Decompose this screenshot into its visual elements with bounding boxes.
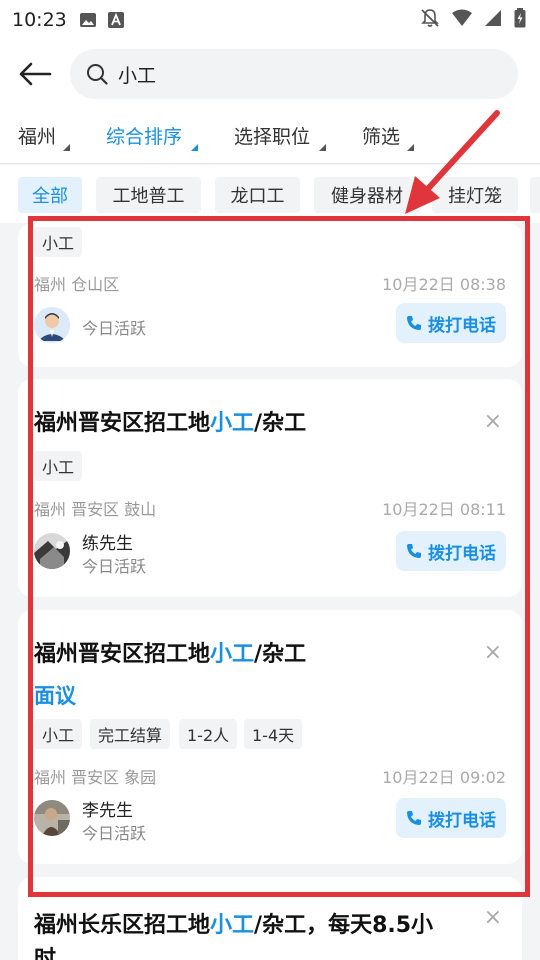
activity-status: 今日活跃 (82, 319, 147, 338)
job-title-keyword: 小工 (210, 913, 255, 938)
filter-position[interactable]: 选择职位 (234, 122, 310, 149)
job-tag: 完工结算 (90, 719, 171, 749)
search-header: 小工 (0, 40, 540, 108)
avatar (34, 533, 70, 569)
status-icons (420, 8, 526, 32)
filter-position-label: 选择职位 (234, 126, 311, 148)
search-icon (87, 64, 108, 85)
job-tag: 小工 (34, 719, 83, 749)
search-input[interactable]: 小工 (70, 49, 518, 99)
filter-sort-label: 综合排序 (106, 126, 183, 148)
filter-city-label: 福州 (18, 126, 57, 148)
chip-longkou-worker[interactable]: 龙口工 (215, 177, 300, 213)
job-card[interactable]: 福州晋安区招工地小工/杂工 × 小工 福州 晋安区 鼓山 10月22日 08:1… (18, 379, 522, 597)
job-time: 10月22日 09:02 (382, 768, 506, 787)
job-title-prefix: 福州晋安区招工地 (34, 642, 211, 667)
phone-icon (407, 544, 421, 558)
avatar (34, 307, 70, 343)
job-tag: 小工 (34, 451, 83, 481)
job-time: 10月22日 08:11 (382, 500, 506, 519)
chip-fitness-equipment[interactable]: 健身器材 (314, 177, 420, 213)
call-button-label: 拨打电话 (428, 543, 496, 564)
call-button[interactable]: 拨打电话 (396, 798, 506, 838)
job-card[interactable]: 福州晋安区招工地小工/杂工 × 面议 小工 完工结算 1-2人 1-4天 福州 … (18, 610, 522, 864)
job-wage: 面议 (34, 684, 76, 708)
job-title-keyword: 小工 (210, 642, 255, 667)
search-query: 小工 (118, 64, 157, 87)
back-button[interactable] (0, 40, 70, 108)
call-button[interactable]: 拨打电话 (396, 303, 506, 343)
job-location: 福州 仓山区 (34, 275, 120, 294)
filter-position-caret-icon (319, 144, 326, 151)
job-title[interactable]: 福州晋安区招工地小工/杂工 (34, 636, 306, 668)
back-arrow-icon (19, 62, 52, 86)
status-time: 10:23 (12, 9, 67, 31)
job-tag: 1-2人 (179, 719, 238, 749)
category-chips: 全部 工地普工 龙口工 健身器材 挂灯笼 (0, 165, 540, 223)
filter-city-caret-icon (63, 144, 70, 151)
job-tag: 1-4天 (244, 719, 303, 749)
job-tag: 小工 (34, 227, 83, 257)
call-button-label: 拨打电话 (428, 315, 496, 336)
job-title-line2: 时 (34, 947, 57, 960)
job-time: 10月22日 08:38 (382, 275, 506, 294)
call-button-label: 拨打电话 (428, 810, 496, 831)
avatar (34, 800, 70, 836)
chip-all[interactable]: 全部 (18, 177, 82, 213)
wifi-icon (452, 9, 472, 31)
font-icon (107, 11, 125, 29)
chip-lanterns[interactable]: 挂灯笼 (432, 177, 518, 213)
job-card[interactable]: 福州长乐区招工地小工/杂工，每天8.5小 时 × (18, 877, 522, 960)
job-location: 福州 晋安区 象园 (34, 768, 157, 787)
job-title[interactable]: 福州晋安区招工地小工/杂工 (34, 405, 306, 437)
job-title[interactable]: 福州长乐区招工地小工/杂工，每天8.5小 (34, 907, 433, 939)
signal-icon (484, 9, 502, 31)
chip-overflow[interactable] (530, 177, 540, 213)
job-title-suffix: /杂工 (254, 411, 307, 436)
filter-sort[interactable]: 综合排序 (106, 122, 182, 149)
job-title-prefix: 福州长乐区招工地 (34, 913, 211, 938)
notifications-off-icon (420, 8, 440, 32)
battery-icon (514, 8, 526, 32)
phone-icon (407, 811, 421, 825)
job-title-keyword: 小工 (210, 411, 255, 436)
chip-site-laborer[interactable]: 工地普工 (96, 177, 201, 213)
status-bar: 10:23 (0, 0, 540, 40)
job-title-suffix: /杂工，每天8.5小 (254, 913, 434, 938)
dismiss-button[interactable]: × (484, 411, 502, 433)
activity-status: 今日活跃 (82, 824, 147, 843)
dismiss-button[interactable]: × (484, 642, 502, 664)
job-card[interactable]: 小工 福州 仓山区 10月22日 08:38 今日活跃 拨打电话 (18, 223, 522, 367)
filter-more-caret-icon (407, 144, 414, 151)
image-icon (79, 11, 97, 29)
job-location: 福州 晋安区 鼓山 (34, 500, 157, 519)
filter-more-label: 筛选 (362, 126, 401, 148)
job-title-prefix: 福州晋安区招工地 (34, 411, 211, 436)
phone-icon (407, 316, 421, 330)
filter-sort-caret-icon (191, 144, 198, 151)
job-title-suffix: /杂工 (254, 642, 307, 667)
filter-more[interactable]: 筛选 (362, 122, 400, 149)
filter-bar: 福州 综合排序 选择职位 筛选 (0, 108, 540, 164)
contact-name: 练先生 (82, 534, 133, 554)
dismiss-button[interactable]: × (484, 907, 502, 929)
contact-name: 李先生 (82, 801, 133, 821)
call-button[interactable]: 拨打电话 (396, 531, 506, 571)
activity-status: 今日活跃 (82, 557, 147, 576)
filter-city[interactable]: 福州 (18, 122, 56, 149)
